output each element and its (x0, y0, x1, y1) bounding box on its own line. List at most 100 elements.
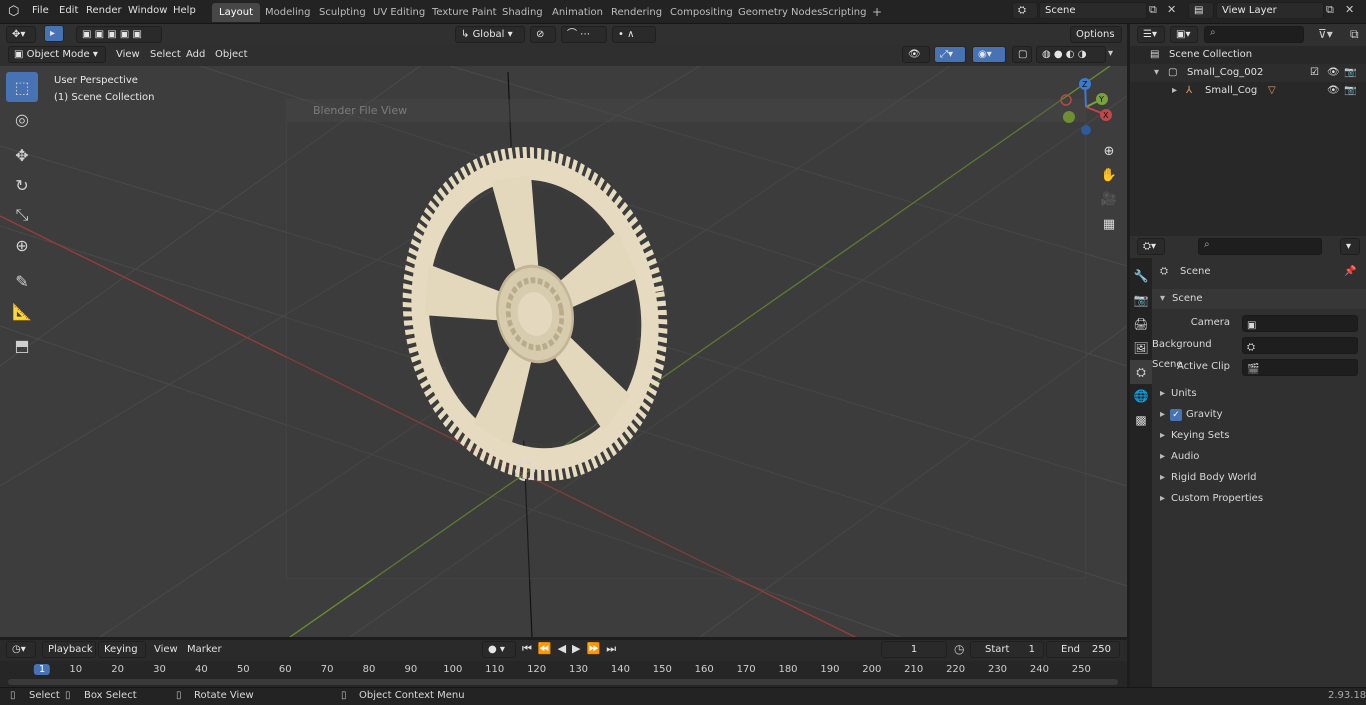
outliner-row-small-cog[interactable]: ▸ ⅄ Small_Cog ▽ 👁 📷 (1130, 82, 1366, 100)
pan-hand-icon[interactable]: ✋ (1100, 168, 1118, 186)
timeline-editor-icon[interactable]: ◷▾ (6, 641, 36, 658)
eye-icon[interactable]: 👁 (1327, 64, 1340, 82)
measure-tool-icon[interactable]: 📐 (6, 296, 38, 326)
scene-type-icon[interactable]: ⛭ (1012, 2, 1038, 19)
properties-editor-icon[interactable]: ⛭▾ (1137, 238, 1165, 255)
snap-icon[interactable]: ⌒ ⋯ (561, 26, 607, 43)
menu-window[interactable]: Window (124, 0, 171, 22)
gravity-panel[interactable]: ▸ ✓ Gravity (1152, 405, 1366, 425)
shading-dropdown-icon[interactable]: ▾ (1108, 48, 1113, 59)
menu-edit[interactable]: Edit (55, 0, 82, 22)
outliner-row-small-cog-002[interactable]: ▾ ▢ Small_Cog_002 ☑ 👁 📷 (1130, 64, 1366, 82)
gear-model[interactable] (395, 144, 675, 484)
menu-select[interactable]: Select (146, 44, 185, 66)
select-tool-icon[interactable]: ▸ (44, 25, 64, 42)
outliner-search-input[interactable]: ⌕ (1204, 26, 1304, 43)
cursor-tool-icon[interactable]: ◎ (6, 104, 38, 134)
close-view-layer-icon[interactable]: ✕ (1345, 3, 1359, 17)
gizmo-icon[interactable]: ⤢▾ (934, 46, 966, 63)
record-icon[interactable]: ● ▾ (482, 641, 516, 658)
rotate-tool-icon[interactable]: ↻ (6, 170, 38, 200)
move-tool-icon[interactable]: ✥ (6, 140, 38, 170)
menu-file[interactable]: File (28, 0, 53, 22)
proportional-edit-icon[interactable]: • ∧ (612, 26, 656, 43)
custom-properties-panel[interactable]: ▸ Custom Properties (1152, 489, 1366, 509)
menu-view[interactable]: View (112, 44, 144, 66)
camera-view-icon[interactable]: 🎥 (1100, 192, 1118, 210)
transform-tool-icon[interactable]: ⊕ (6, 230, 38, 260)
shading-mode-buttons[interactable]: ◍ ● ◐ ◑ (1036, 46, 1106, 63)
annotate-tool-icon[interactable]: ✎ (6, 266, 38, 296)
camera-field[interactable]: ▣ (1242, 315, 1358, 332)
tab-texture-paint[interactable]: Texture Paint (425, 3, 504, 22)
navigation-gizmo[interactable]: Z Y X (1055, 74, 1117, 136)
add-workspace-icon[interactable]: + (870, 5, 884, 19)
checkbox-icon[interactable]: ☑ (1310, 64, 1319, 82)
audio-panel[interactable]: ▸ Audio (1152, 447, 1366, 467)
visibility-icon[interactable]: 👁▾ (902, 46, 930, 75)
outliner-row-scene-collection[interactable]: ▤ Scene Collection (1130, 46, 1366, 64)
current-frame-field[interactable]: 1 (881, 641, 947, 658)
output-tab-icon[interactable]: 🖨 (1130, 312, 1152, 336)
properties-options-icon[interactable]: ▾ (1340, 238, 1360, 255)
copy-view-layer-icon[interactable]: ⧉ (1326, 3, 1340, 17)
view-layer-selector[interactable]: View Layer (1216, 2, 1324, 19)
select-mode-buttons[interactable]: ▣ ▣ ▣ ▣ ▣ (76, 26, 162, 43)
scene-tab-icon[interactable]: ⛭ (1130, 360, 1152, 384)
scale-tool-icon[interactable]: ⤡ (6, 200, 38, 230)
gravity-checkbox[interactable]: ✓ (1170, 409, 1182, 421)
timeline-scrollbar[interactable] (8, 679, 1118, 685)
pivot-icon[interactable]: ⊘ (530, 26, 556, 43)
frame-ruler[interactable]: 1 10 20 30 40 50 60 70 80 90 100 110 120 130 140 150 160… (0, 661, 1127, 687)
outliner-editor-icon[interactable]: ☰▾ (1137, 26, 1165, 43)
menu-render[interactable]: Render (82, 0, 126, 22)
add-cube-tool-icon[interactable]: ⬒ (6, 330, 38, 360)
tab-shading[interactable]: Shading (495, 3, 550, 22)
rigid-body-world-panel[interactable]: ▸ Rigid Body World (1152, 468, 1366, 488)
view-layer-tab-icon[interactable]: 🖼 (1130, 336, 1152, 360)
zoom-icon[interactable]: ⊕ (1100, 144, 1118, 162)
background-scene-field[interactable]: ⛭ (1242, 337, 1358, 354)
menu-object[interactable]: Object (211, 44, 252, 66)
display-mode-icon[interactable]: ▣▾ (1170, 26, 1198, 43)
camera-icon[interactable]: 📷 (1344, 64, 1356, 82)
xray-icon[interactable]: ▢ (1012, 46, 1032, 63)
keying-sets-panel[interactable]: ▸ Keying Sets (1152, 426, 1366, 446)
editor-type-icon[interactable]: ✥▾ (6, 26, 36, 43)
units-panel[interactable]: ▸ Units (1152, 384, 1366, 404)
tab-modeling[interactable]: Modeling (258, 3, 318, 22)
close-scene-icon[interactable]: ✕ (1167, 3, 1181, 17)
preview-range-icon[interactable]: ◷ (954, 642, 964, 656)
mode-dropdown[interactable]: ▣ Object Mode ▾ (8, 46, 106, 63)
tab-layout[interactable]: Layout (212, 3, 260, 22)
tab-sculpting[interactable]: Sculpting (312, 3, 373, 22)
orientation-dropdown[interactable]: ↳ Global ▾ (455, 26, 525, 43)
blender-logo-icon[interactable]: ⬡ (8, 4, 24, 20)
tab-scripting[interactable]: Scripting (815, 3, 873, 22)
3d-cursor-icon[interactable] (515, 461, 535, 481)
scene-selector[interactable]: Scene (1039, 2, 1147, 19)
options-dropdown[interactable]: Options ▾ (1070, 26, 1122, 55)
properties-search-input[interactable]: ⌕ (1198, 238, 1322, 255)
playback-dropdown[interactable]: Playback ▾ (42, 641, 96, 670)
menu-help[interactable]: Help (169, 0, 200, 22)
keying-dropdown[interactable]: Keying ▾ (98, 641, 146, 670)
new-collection-icon[interactable]: ⧉ (1350, 27, 1359, 42)
playback-controls[interactable]: ⏮⏪◀▶⏩⏭ (522, 642, 622, 656)
tab-animation[interactable]: Animation (545, 3, 610, 22)
select-box-tool-icon[interactable]: ⬚ (6, 72, 38, 102)
camera-icon[interactable]: 📷 (1344, 82, 1356, 100)
end-frame-field[interactable]: End 250 (1046, 641, 1120, 658)
pin-icon[interactable]: 📌 (1344, 262, 1356, 282)
perspective-toggle-icon[interactable]: ▦ (1100, 217, 1118, 235)
3d-viewport[interactable]: Blender File View User Perspective (1) S… (0, 66, 1127, 637)
copy-scene-icon[interactable]: ⧉ (1149, 3, 1163, 17)
world-tab-icon[interactable]: 🌐 (1130, 384, 1152, 408)
render-tab-icon[interactable]: 📷 (1130, 288, 1152, 312)
menu-add[interactable]: Add (182, 44, 209, 66)
texture-tab-icon[interactable]: ▩ (1130, 408, 1152, 432)
filter-icon[interactable]: ⊽▾ (1318, 27, 1333, 41)
eye-icon[interactable]: 👁 (1327, 82, 1340, 100)
timeline-marker-menu[interactable]: Marker (183, 640, 226, 662)
expand-icon[interactable]: ▾ (1154, 64, 1159, 82)
